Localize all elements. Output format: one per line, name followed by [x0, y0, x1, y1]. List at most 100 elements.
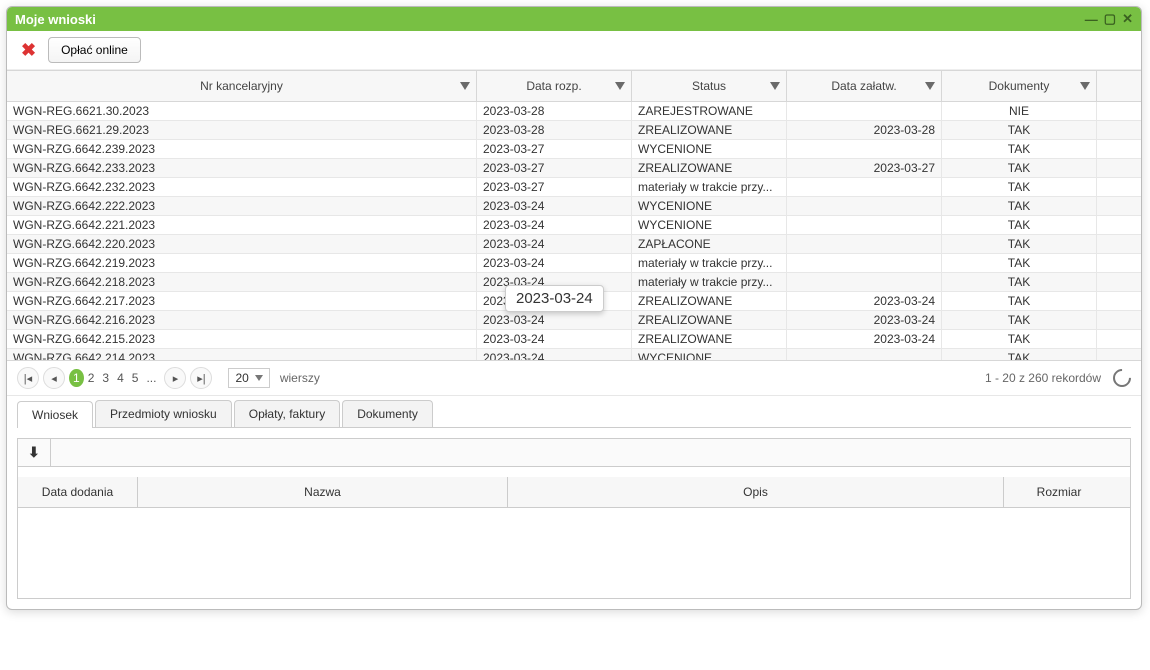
close-window-icon[interactable]: ✕	[1122, 11, 1133, 27]
table-cell[interactable]: TAK	[942, 254, 1097, 272]
table-cell[interactable]: 2023-03-24	[787, 311, 942, 329]
table-cell[interactable]	[787, 273, 942, 291]
table-cell[interactable]: TAK	[942, 349, 1097, 361]
table-cell[interactable]: ZREALIZOWANE	[632, 121, 787, 139]
grid-body[interactable]: WGN-REG.6621.30.20232023-03-28ZAREJESTRO…	[7, 102, 1141, 361]
filter-icon[interactable]	[925, 82, 935, 90]
table-cell[interactable]: WGN-REG.6621.30.2023	[7, 102, 477, 120]
column-header-nr[interactable]: Nr kancelaryjny	[7, 71, 477, 101]
table-cell[interactable]: WGN-RZG.6642.220.2023	[7, 235, 477, 253]
sub-column-opis[interactable]: Opis	[508, 477, 1004, 507]
table-cell[interactable]: ZAREJESTROWANE	[632, 102, 787, 120]
tab-wniosek[interactable]: Wniosek	[17, 401, 93, 428]
table-cell[interactable]: WGN-RZG.6642.215.2023	[7, 330, 477, 348]
table-cell[interactable]: WGN-RZG.6642.218.2023	[7, 273, 477, 291]
maximize-icon[interactable]: ▢	[1104, 11, 1116, 27]
table-cell[interactable]: WGN-REG.6621.29.2023	[7, 121, 477, 139]
table-cell[interactable]: materiały w trakcie przy...	[632, 178, 787, 196]
table-cell[interactable]: TAK	[942, 197, 1097, 215]
table-cell[interactable]: WYCENIONE	[632, 349, 787, 361]
minimize-icon[interactable]: —	[1085, 12, 1098, 27]
filter-icon[interactable]	[460, 82, 470, 90]
table-row[interactable]: WGN-RZG.6642.217.20232023-03-24ZREALIZOW…	[7, 292, 1141, 311]
table-cell[interactable]	[787, 235, 942, 253]
table-cell[interactable]: 2023-03-24	[477, 273, 632, 291]
table-cell[interactable]: materiały w trakcie przy...	[632, 273, 787, 291]
page-number[interactable]: 3	[98, 369, 113, 387]
table-cell[interactable]: 2023-03-27	[477, 178, 632, 196]
table-cell[interactable]: TAK	[942, 159, 1097, 177]
refresh-icon[interactable]	[1109, 365, 1134, 390]
column-header-status[interactable]: Status	[632, 71, 787, 101]
table-cell[interactable]	[787, 140, 942, 158]
table-row[interactable]: WGN-RZG.6642.239.20232023-03-27WYCENIONE…	[7, 140, 1141, 159]
table-cell[interactable]: ZREALIZOWANE	[632, 311, 787, 329]
table-row[interactable]: WGN-REG.6621.29.20232023-03-28ZREALIZOWA…	[7, 121, 1141, 140]
table-cell[interactable]: 2023-03-24	[477, 197, 632, 215]
table-cell[interactable]: 2023-03-27	[787, 159, 942, 177]
table-row[interactable]: WGN-RZG.6642.218.20232023-03-24materiały…	[7, 273, 1141, 292]
table-cell[interactable]: WGN-RZG.6642.222.2023	[7, 197, 477, 215]
table-cell[interactable]: 2023-03-24	[477, 292, 632, 310]
table-cell[interactable]: TAK	[942, 330, 1097, 348]
table-cell[interactable]: materiały w trakcie przy...	[632, 254, 787, 272]
table-cell[interactable]: 2023-03-24	[477, 311, 632, 329]
table-cell[interactable]: WGN-RZG.6642.219.2023	[7, 254, 477, 272]
page-number[interactable]: 4	[113, 369, 128, 387]
tab-przedmioty-wniosku[interactable]: Przedmioty wniosku	[95, 400, 232, 427]
sub-column-nazwa[interactable]: Nazwa	[138, 477, 508, 507]
table-row[interactable]: WGN-REG.6621.30.20232023-03-28ZAREJESTRO…	[7, 102, 1141, 121]
table-cell[interactable]: 2023-03-24	[477, 254, 632, 272]
table-cell[interactable]: WGN-RZG.6642.232.2023	[7, 178, 477, 196]
sub-column-rozmiar[interactable]: Rozmiar	[1004, 477, 1114, 507]
table-cell[interactable]: 2023-03-27	[477, 140, 632, 158]
table-cell[interactable]: TAK	[942, 178, 1097, 196]
table-cell[interactable]: ZREALIZOWANE	[632, 330, 787, 348]
column-header-dokumenty[interactable]: Dokumenty	[942, 71, 1097, 101]
tab-dokumenty[interactable]: Dokumenty	[342, 400, 433, 427]
table-cell[interactable]: WGN-RZG.6642.221.2023	[7, 216, 477, 234]
table-row[interactable]: WGN-RZG.6642.232.20232023-03-27materiały…	[7, 178, 1141, 197]
table-cell[interactable]: WGN-RZG.6642.216.2023	[7, 311, 477, 329]
table-cell[interactable]: WGN-RZG.6642.233.2023	[7, 159, 477, 177]
table-cell[interactable]	[787, 178, 942, 196]
tab-opłaty-faktury[interactable]: Opłaty, faktury	[234, 400, 340, 427]
table-row[interactable]: WGN-RZG.6642.233.2023 2023-03-27ZREALIZOW…	[7, 159, 1141, 178]
table-row[interactable]: WGN-RZG.6642.221.20232023-03-24WYCENIONE…	[7, 216, 1141, 235]
table-cell[interactable]	[787, 197, 942, 215]
sub-grid-body[interactable]	[18, 508, 1130, 598]
column-header-data-rozp[interactable]: Data rozp.	[477, 71, 632, 101]
download-icon[interactable]: ⬇	[18, 439, 51, 466]
table-cell[interactable]: TAK	[942, 140, 1097, 158]
next-page-button[interactable]: ▸	[164, 367, 186, 389]
table-cell[interactable]: 2023-03-28	[477, 121, 632, 139]
table-cell[interactable]: ZAPŁACONE	[632, 235, 787, 253]
table-cell[interactable]: TAK	[942, 292, 1097, 310]
table-cell[interactable]	[787, 349, 942, 361]
table-row[interactable]: WGN-RZG.6642.219.20232023-03-24materiały…	[7, 254, 1141, 273]
page-number[interactable]: 1	[69, 369, 84, 387]
table-row[interactable]: WGN-RZG.6642.214.20232023-03-24WYCENIONE…	[7, 349, 1141, 361]
filter-icon[interactable]	[1080, 82, 1090, 90]
table-cell[interactable]: WYCENIONE	[632, 216, 787, 234]
page-size-select[interactable]: 20	[228, 368, 269, 388]
table-cell[interactable]: WYCENIONE	[632, 197, 787, 215]
page-number[interactable]: 5	[128, 369, 143, 387]
table-cell[interactable]: TAK	[942, 235, 1097, 253]
column-header-data-zalatw[interactable]: Data załatw.	[787, 71, 942, 101]
table-cell[interactable]	[787, 216, 942, 234]
table-cell[interactable]: 2023-03-28	[477, 102, 632, 120]
page-number[interactable]: ...	[142, 369, 160, 387]
table-cell[interactable]: ZREALIZOWANE	[632, 159, 787, 177]
table-cell[interactable]: WGN-RZG.6642.217.2023	[7, 292, 477, 310]
table-cell[interactable]: 2023-03-28	[787, 121, 942, 139]
close-icon[interactable]: ✖	[17, 40, 40, 61]
table-cell[interactable]: TAK	[942, 311, 1097, 329]
titlebar[interactable]: Moje wnioski — ▢ ✕	[7, 7, 1141, 31]
table-cell[interactable]: 2023-03-24	[477, 349, 632, 361]
table-cell[interactable]: WYCENIONE	[632, 140, 787, 158]
table-row[interactable]: WGN-RZG.6642.215.20232023-03-24ZREALIZOW…	[7, 330, 1141, 349]
sub-column-data-dodania[interactable]: Data dodania	[18, 477, 138, 507]
filter-icon[interactable]	[615, 82, 625, 90]
table-cell[interactable]: 2023-03-24	[477, 235, 632, 253]
